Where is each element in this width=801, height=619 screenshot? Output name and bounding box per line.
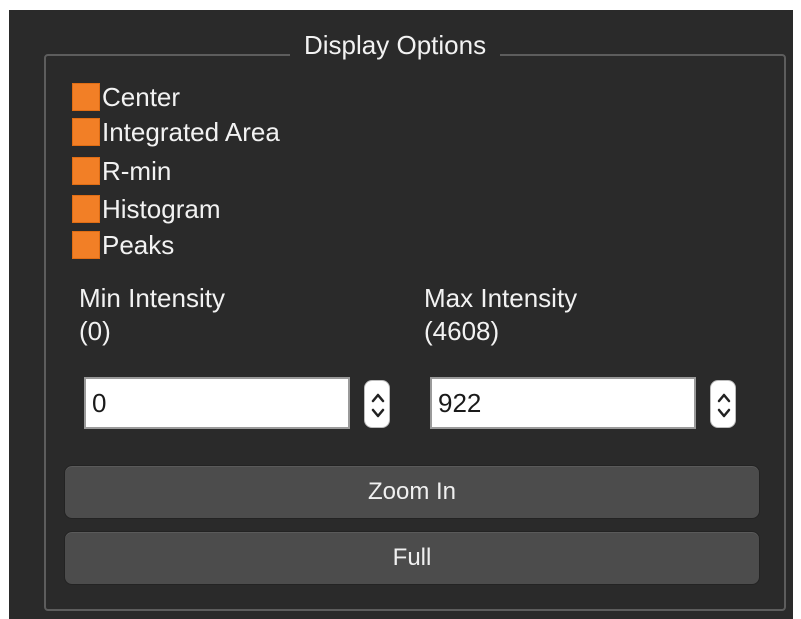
max-intensity-stepper[interactable] [710,380,736,428]
checkbox-checked-indicator[interactable] [72,195,100,223]
checkbox-label: Peaks [102,230,175,260]
checkbox-checked-indicator[interactable] [72,118,100,146]
min-intensity-stepper[interactable] [364,380,390,428]
checkbox-checked-indicator[interactable] [72,231,100,259]
checkbox-histogram[interactable]: Histogram [72,192,220,226]
checkbox-label: R-min [102,156,172,186]
up-down-chevrons-icon [717,393,731,418]
zoom-in-button[interactable]: Zoom In [64,465,760,519]
max-intensity-label: Max Intensity [424,283,578,313]
min-intensity-input[interactable] [84,377,350,429]
min-intensity-range: (0) [79,316,111,346]
checkbox-label: Histogram [102,194,221,224]
checkbox-checked-indicator[interactable] [72,83,100,111]
checkbox-center[interactable]: Center [72,80,180,114]
checkbox-label: Integrated Area [102,117,280,147]
max-intensity-range: (4608) [424,316,500,346]
checkbox-r-min[interactable]: R-min [72,154,171,188]
group-title: Display Options [290,28,501,62]
up-down-chevrons-icon [371,393,385,418]
checkbox-checked-indicator[interactable] [72,157,100,185]
max-intensity-input[interactable] [430,377,696,429]
full-button[interactable]: Full [64,531,760,585]
min-intensity-label: Min Intensity [79,283,225,313]
checkbox-integrated-area[interactable]: Integrated Area [72,115,280,149]
checkbox-label: Center [102,82,181,112]
checkbox-peaks[interactable]: Peaks [72,228,174,262]
